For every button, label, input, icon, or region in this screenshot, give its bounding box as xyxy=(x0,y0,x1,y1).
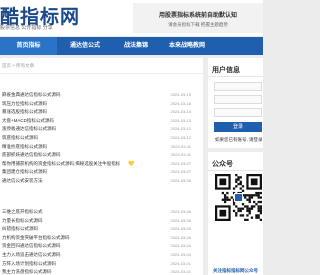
list-item[interactable]: 纠错指标公式源码 2024-03-05 xyxy=(0,225,203,234)
article-date: 2024-03-18 xyxy=(170,100,191,106)
article-title-link[interactable]: 方阵入场计划指标公式源码 xyxy=(2,260,56,269)
divider xyxy=(0,73,203,74)
user-info-panel: 用户信息 登录 如果您已有账号, 请登录 xyxy=(208,58,263,148)
article-date: 2024-03-11 xyxy=(170,152,191,158)
article-date: 2024-03-04 xyxy=(170,243,191,249)
list-item[interactable]: 力量长指标公式源码 2024-03-06 xyxy=(0,217,203,226)
heart-icon: 💛 xyxy=(128,160,135,167)
article-title-link[interactable]: 筑底指标公式源码 xyxy=(2,134,38,143)
article-list: 麻雀金典通达信指标公式源码 2024-03-19 筑压力位指标公式源码 2024-03… xyxy=(0,91,203,186)
article-date: 2024-03-06 xyxy=(170,209,191,214)
list-item[interactable]: 帮你用捕获机构的资金指标公式源码,揭秘选股关注牛股指标 💛 2024-03-07 xyxy=(0,160,203,169)
article-title-link[interactable]: 暴涨选股指标公式源码 xyxy=(2,108,47,117)
login-hint: 如果您已有账号, 请登录 xyxy=(215,137,263,142)
article-date: 2024-03-06 xyxy=(170,217,191,223)
article-title-link[interactable]: 麻雀金典通达信指标公式源码 xyxy=(2,91,61,100)
list-item[interactable]: 筑底指标公式源码 2024-03-12 xyxy=(0,134,203,143)
main-nav: 首页指标 通达信公式 战法集锦 本来战略教网 xyxy=(0,37,263,55)
list-item[interactable]: 方阵入场计划指标公式源码 2024-03-01 xyxy=(0,260,203,269)
article-date: 2024-03-12 xyxy=(170,126,191,132)
list-item[interactable]: 暴涨选股指标公式源码 2024-03-14 xyxy=(0,108,203,117)
article-title-link[interactable]: 筑压力位指标公式源码 xyxy=(2,100,47,109)
list-item[interactable]: 我主力洗盘指标公式源码 2024-03-01 xyxy=(0,268,203,275)
list-item[interactable]: 麻雀金典通达信指标公式源码 2024-03-19 xyxy=(0,91,203,100)
article-title-link[interactable]: 力机构资金突破平台指标公式源码 xyxy=(2,234,70,243)
notice-banner[interactable]: 用股票指标系统前自助默认知 请会员指标下载 把握主题趋势 xyxy=(133,3,263,33)
list-item[interactable]: 精准抄底指标公式源码 2024-03-11 xyxy=(0,143,203,152)
article-title-link[interactable]: 帮你用捕获机构的资金指标公式源码,揭秘选股关注牛股指标 xyxy=(2,160,120,169)
article-title-link[interactable]: 三维之底开指标公式 xyxy=(2,208,43,217)
list-item[interactable]: 力机构资金突破平台指标公式源码 2024-03-05 xyxy=(0,234,203,243)
list-item[interactable]: 涨停板通达信指标公式源码 2024-03-12 xyxy=(0,125,203,134)
list-item[interactable]: 通达信公式安装方法 2024-03-06 xyxy=(0,177,203,186)
article-date: 2024-03-05 xyxy=(170,234,191,240)
article-title-link[interactable]: 纠错指标公式源码 xyxy=(2,225,38,234)
article-date: 2024-03-01 xyxy=(170,269,191,275)
nav-item-tdx-formulas[interactable]: 通达信公式 xyxy=(57,37,113,55)
notice-subtitle: 请会员指标下载 把握主题趋势 xyxy=(168,22,228,27)
wechat-caption: 关注指标指标网公众号 xyxy=(213,268,258,273)
article-title-link[interactable]: 涨停板通达信指标公式源码 xyxy=(2,125,56,134)
wechat-panel: 公众号 关注指标指标网公众号 xyxy=(208,152,263,275)
article-date: 2024-03-07 xyxy=(170,160,191,166)
article-title-link[interactable]: 集团建仓指标公式源码 xyxy=(2,168,47,177)
article-title-link[interactable]: 大盘+MACD指标公式源码 xyxy=(2,117,54,126)
article-date: 2024-03-05 xyxy=(170,226,191,232)
article-date: 2024-03-06 xyxy=(170,177,191,183)
article-title-link[interactable]: 通达信公式安装方法 xyxy=(2,177,43,186)
site-header: 酷指标网 股票信息 公开指标 分享 用股票指标系统前自助默认知 请会员指标下载 … xyxy=(0,0,263,36)
list-item[interactable]: 资金回归通达信指标公式源码 2024-03-04 xyxy=(0,242,203,251)
article-date: 2024-03-19 xyxy=(170,92,191,97)
article-date: 2024-03-07 xyxy=(170,169,191,175)
article-title-link[interactable]: 主力入场追击通达信公式源码 xyxy=(2,251,61,260)
article-list-panel: 首页 > 所有文章 麻雀金典通达信指标公式源码 2024-03-19 筑压力位指标公… xyxy=(0,58,203,275)
wechat-title: 公众号 xyxy=(212,161,233,168)
article-date: 2024-03-13 xyxy=(170,117,191,123)
captcha-field[interactable] xyxy=(214,108,262,117)
list-item[interactable]: 主力入场追击通达信公式源码 2024-03-04 xyxy=(0,251,203,260)
article-date: 2024-03-04 xyxy=(170,251,191,257)
user-info-title: 用户信息 xyxy=(212,67,240,74)
article-title-link[interactable]: 底部抓妖通达信指标公式源码 xyxy=(2,151,61,160)
divider xyxy=(208,170,263,171)
nav-item-tutorials[interactable]: 本来战略教网 xyxy=(159,37,215,55)
article-date: 2024-03-01 xyxy=(170,260,191,266)
list-item[interactable]: 三维之底开指标公式 2024-03-06 xyxy=(0,208,203,217)
list-item[interactable]: 筑压力位指标公式源码 2024-03-18 xyxy=(0,100,203,109)
nav-item-strategies[interactable]: 战法集锦 xyxy=(113,37,159,55)
article-list: 三维之底开指标公式 2024-03-06 力量长指标公式源码 2024-03-06 纠错… xyxy=(0,208,203,275)
article-title-link[interactable]: 我主力洗盘指标公式源码 xyxy=(2,268,52,275)
divider xyxy=(208,76,263,77)
article-date: 2024-03-12 xyxy=(170,134,191,140)
article-title-link[interactable]: 精准抄底指标公式源码 xyxy=(2,143,47,152)
article-date: 2024-03-14 xyxy=(170,109,191,115)
article-date: 2024-03-11 xyxy=(170,143,191,149)
nav-item-home[interactable]: 首页指标 xyxy=(0,37,57,55)
site-slogan: 股票信息 公开指标 分享 xyxy=(0,25,53,31)
article-title-link[interactable]: 力量长指标公式源码 xyxy=(2,217,43,226)
list-item[interactable]: 集团建仓指标公式源码 2024-03-07 xyxy=(0,168,203,177)
list-item[interactable]: 大盘+MACD指标公式源码 2024-03-13 xyxy=(0,117,203,126)
wechat-qr-code xyxy=(215,174,263,222)
list-item[interactable]: 底部抓妖通达信指标公式源码 2024-03-11 xyxy=(0,151,203,160)
notice-title: 用股票指标系统前自助默认知 xyxy=(158,13,237,19)
qr-code-image xyxy=(215,174,263,222)
article-title-link[interactable]: 资金回归通达信指标公式源码 xyxy=(2,242,61,251)
breadcrumb: 首页 > 所有文章 xyxy=(2,63,35,68)
username-field[interactable] xyxy=(214,82,262,91)
login-button[interactable]: 登录 xyxy=(214,122,262,132)
password-field[interactable] xyxy=(214,95,262,104)
